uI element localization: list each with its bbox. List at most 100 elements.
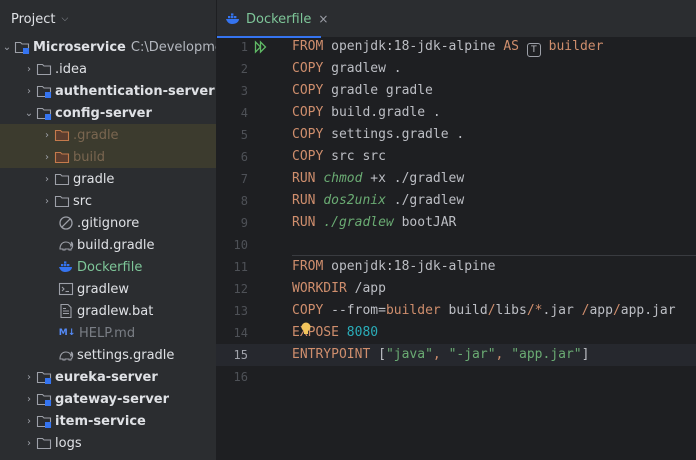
tree-item-label: settings.gradle bbox=[77, 347, 175, 363]
code-text: gradlew . bbox=[323, 61, 402, 76]
bracket: ] bbox=[581, 347, 590, 362]
tree-item-logs[interactable]: › logs bbox=[0, 432, 216, 454]
chevron-right-icon[interactable]: › bbox=[40, 152, 54, 163]
code-text: bootJAR bbox=[393, 215, 457, 230]
module-folder-icon bbox=[36, 83, 52, 99]
tree-item-gradle[interactable]: › gradle bbox=[0, 168, 216, 190]
tree-item-label: item-service bbox=[55, 413, 146, 429]
keyword: COPY bbox=[292, 127, 324, 142]
chevron-right-icon[interactable]: › bbox=[22, 64, 36, 75]
tree-item-dockerfile[interactable]: Dockerfile bbox=[0, 256, 216, 278]
code-line-12[interactable]: WORKDIR /app bbox=[292, 278, 386, 300]
path-separator: / bbox=[487, 303, 496, 318]
tree-item-gradlew-bat[interactable]: gradlew.bat bbox=[0, 300, 216, 322]
chevron-right-icon[interactable]: › bbox=[22, 394, 36, 405]
chevron-down-icon[interactable]: ⌄ bbox=[0, 42, 14, 53]
code-line-5[interactable]: COPY settings.gradle . bbox=[292, 124, 464, 146]
code-text: ./gradlew bbox=[385, 193, 465, 208]
module-folder-icon bbox=[36, 391, 52, 407]
tree-item-partial[interactable] bbox=[0, 454, 216, 460]
tree-item-label: gradle bbox=[73, 171, 115, 187]
tree-item-eureka-server[interactable]: › eureka-server bbox=[0, 366, 216, 388]
tree-item-label: Microservice bbox=[33, 39, 126, 55]
stage-name: builder bbox=[548, 39, 604, 54]
line-number: 12 bbox=[233, 282, 248, 296]
chevron-right-icon[interactable]: › bbox=[40, 196, 54, 207]
keyword: COPY bbox=[292, 303, 324, 318]
markdown-icon: M↓ bbox=[58, 328, 76, 338]
chevron-down-icon[interactable]: ⌄ bbox=[22, 108, 36, 119]
tree-item-label: eureka-server bbox=[55, 369, 158, 385]
tree-item-microservice[interactable]: ⌄ Microservice C:\Developme bbox=[0, 36, 216, 58]
code-line-9[interactable]: RUN ./gradlew bootJAR bbox=[292, 212, 456, 234]
project-panel-header[interactable]: Project ⌵ bbox=[0, 0, 216, 38]
code-line-7[interactable]: RUN chmod +x ./gradlew bbox=[292, 168, 464, 190]
tree-item-label: logs bbox=[55, 435, 82, 451]
code-text: settings.gradle . bbox=[323, 127, 465, 142]
code-text: gradle gradle bbox=[323, 83, 433, 98]
tree-item-settings-gradle[interactable]: settings.gradle bbox=[0, 344, 216, 366]
ignore-file-icon bbox=[58, 215, 74, 231]
keyword: COPY bbox=[292, 149, 324, 164]
tree-item-gateway-server[interactable]: › gateway-server bbox=[0, 388, 216, 410]
folder-icon bbox=[54, 193, 70, 209]
path-separator: / bbox=[526, 303, 535, 318]
tree-item-label: config-server bbox=[55, 105, 152, 121]
close-icon[interactable]: × bbox=[318, 12, 328, 26]
chevron-right-icon[interactable]: › bbox=[40, 174, 54, 185]
keyword: FROM bbox=[292, 259, 324, 274]
tree-item-build[interactable]: › build bbox=[0, 146, 216, 168]
tree-item-dot-gradle[interactable]: › .gradle bbox=[0, 124, 216, 146]
code-text: .jar bbox=[542, 303, 582, 318]
code-line-13[interactable]: COPY --from=builder build/libs/*.jar /ap… bbox=[292, 300, 676, 322]
tree-item-idea[interactable]: › .idea bbox=[0, 58, 216, 80]
module-folder-icon bbox=[36, 105, 52, 121]
module-folder-icon bbox=[36, 369, 52, 385]
glob: * bbox=[534, 303, 543, 318]
tree-item-build-gradle[interactable]: build.gradle bbox=[0, 234, 216, 256]
code-line-15[interactable]: ENTRYPOINT ["java", "-jar", "app.jar"] bbox=[292, 344, 589, 366]
code-line-1[interactable]: FROM openjdk:18-jdk-alpine AS T builder bbox=[292, 36, 603, 58]
tree-item-gitignore[interactable]: .gitignore bbox=[0, 212, 216, 234]
code-line-3[interactable]: COPY gradle gradle bbox=[292, 80, 433, 102]
tree-item-label: .idea bbox=[55, 61, 87, 77]
chevron-right-icon[interactable]: › bbox=[22, 86, 36, 97]
code-line-11[interactable]: FROM openjdk:18-jdk-alpine bbox=[292, 256, 496, 278]
editor-tab-bar: Dockerfile × bbox=[217, 0, 696, 38]
batch-file-icon bbox=[58, 303, 74, 319]
command: dos2unix bbox=[323, 193, 386, 208]
tree-item-authentication-server[interactable]: › authentication-server bbox=[0, 80, 216, 102]
module-folder-icon bbox=[14, 39, 30, 55]
run-double-arrow-icon[interactable] bbox=[254, 40, 268, 54]
chevron-right-icon[interactable]: › bbox=[22, 416, 36, 427]
code-line-6[interactable]: COPY src src bbox=[292, 146, 386, 168]
text-tag-icon[interactable]: T bbox=[526, 43, 541, 57]
code-text: app bbox=[589, 303, 613, 318]
code-text: src src bbox=[323, 149, 386, 164]
chevron-down-icon[interactable]: ⌵ bbox=[61, 14, 68, 24]
keyword: COPY bbox=[292, 83, 324, 98]
tree-item-label: gradlew bbox=[77, 281, 130, 297]
tab-dockerfile[interactable]: Dockerfile × bbox=[217, 0, 328, 38]
comma: , bbox=[432, 347, 449, 362]
code-line-2[interactable]: COPY gradlew . bbox=[292, 58, 402, 80]
tree-item-src[interactable]: › src bbox=[0, 190, 216, 212]
code-line-4[interactable]: COPY build.gradle . bbox=[292, 102, 441, 124]
chevron-right-icon[interactable]: › bbox=[22, 438, 36, 449]
chevron-right-icon[interactable]: › bbox=[22, 372, 36, 383]
excluded-folder-icon bbox=[54, 127, 70, 143]
tree-item-path: C:\Developme bbox=[130, 39, 216, 55]
tree-item-config-server[interactable]: ⌄ config-server bbox=[0, 102, 216, 124]
tree-item-item-service[interactable]: › item-service bbox=[0, 410, 216, 432]
lightbulb-icon[interactable] bbox=[300, 322, 312, 336]
keyword: ENTRYPOINT bbox=[292, 347, 371, 362]
keyword: COPY bbox=[292, 61, 324, 76]
excluded-folder-icon bbox=[54, 149, 70, 165]
code-line-8[interactable]: RUN dos2unix ./gradlew bbox=[292, 190, 464, 212]
code-text: build bbox=[440, 303, 488, 318]
line-number: 2 bbox=[240, 62, 248, 76]
chevron-right-icon[interactable]: › bbox=[40, 130, 54, 141]
tree-item-gradlew[interactable]: gradlew bbox=[0, 278, 216, 300]
tree-item-label: build bbox=[73, 149, 105, 165]
tree-item-help-md[interactable]: M↓ HELP.md bbox=[0, 322, 216, 344]
